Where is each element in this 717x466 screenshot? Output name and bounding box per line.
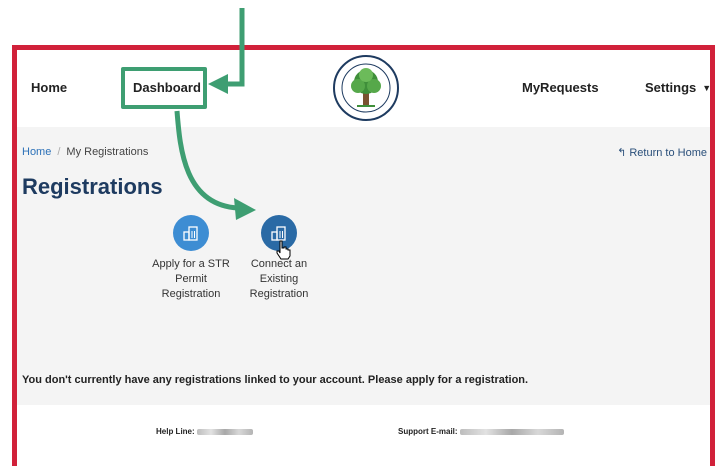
- return-to-home-link[interactable]: ↰ Return to Home: [617, 146, 707, 159]
- help-line: Help Line:: [156, 427, 253, 436]
- top-navigation: Home Dashboard MyRequests Settings ▼: [17, 50, 710, 127]
- redacted-phone: [196, 428, 253, 435]
- return-link-label: Return to Home: [629, 147, 707, 159]
- return-arrow-icon: ↰: [617, 147, 627, 159]
- nav-home-link[interactable]: Home: [31, 80, 67, 95]
- help-line-label: Help Line:: [156, 427, 195, 436]
- apply-str-permit-button[interactable]: Apply for a STR Permit Registration: [145, 215, 237, 302]
- nav-settings-dropdown[interactable]: Settings ▼: [645, 80, 712, 95]
- redacted-email: [459, 428, 564, 435]
- breadcrumb-home-link[interactable]: Home: [22, 146, 51, 158]
- support-email: Support E-mail:: [398, 427, 564, 436]
- apply-button-label: Apply for a STR Permit Registration: [152, 258, 230, 300]
- breadcrumb-current: My Registrations: [66, 146, 149, 158]
- settings-label: Settings: [645, 80, 697, 95]
- support-email-label: Support E-mail:: [398, 427, 458, 436]
- no-registrations-notice: You don't currently have any registratio…: [22, 374, 529, 386]
- breadcrumb-separator: /: [57, 146, 61, 158]
- footer: Help Line: Support E-mail:: [17, 405, 710, 466]
- townsville-logo[interactable]: [333, 55, 399, 121]
- nav-myrequests-link[interactable]: MyRequests: [522, 80, 599, 95]
- hand-cursor-icon: [275, 240, 291, 265]
- building-icon: [173, 215, 209, 251]
- dashboard-highlight-box: [121, 67, 207, 109]
- breadcrumb: Home / My Registrations: [22, 146, 148, 158]
- chevron-down-icon: ▼: [702, 83, 712, 93]
- app-frame: Home Dashboard MyRequests Settings ▼ Home…: [12, 45, 715, 466]
- page-title: Registrations: [22, 174, 163, 199]
- main-content: Home / My Registrations ↰ Return to Home Re…: [17, 127, 710, 405]
